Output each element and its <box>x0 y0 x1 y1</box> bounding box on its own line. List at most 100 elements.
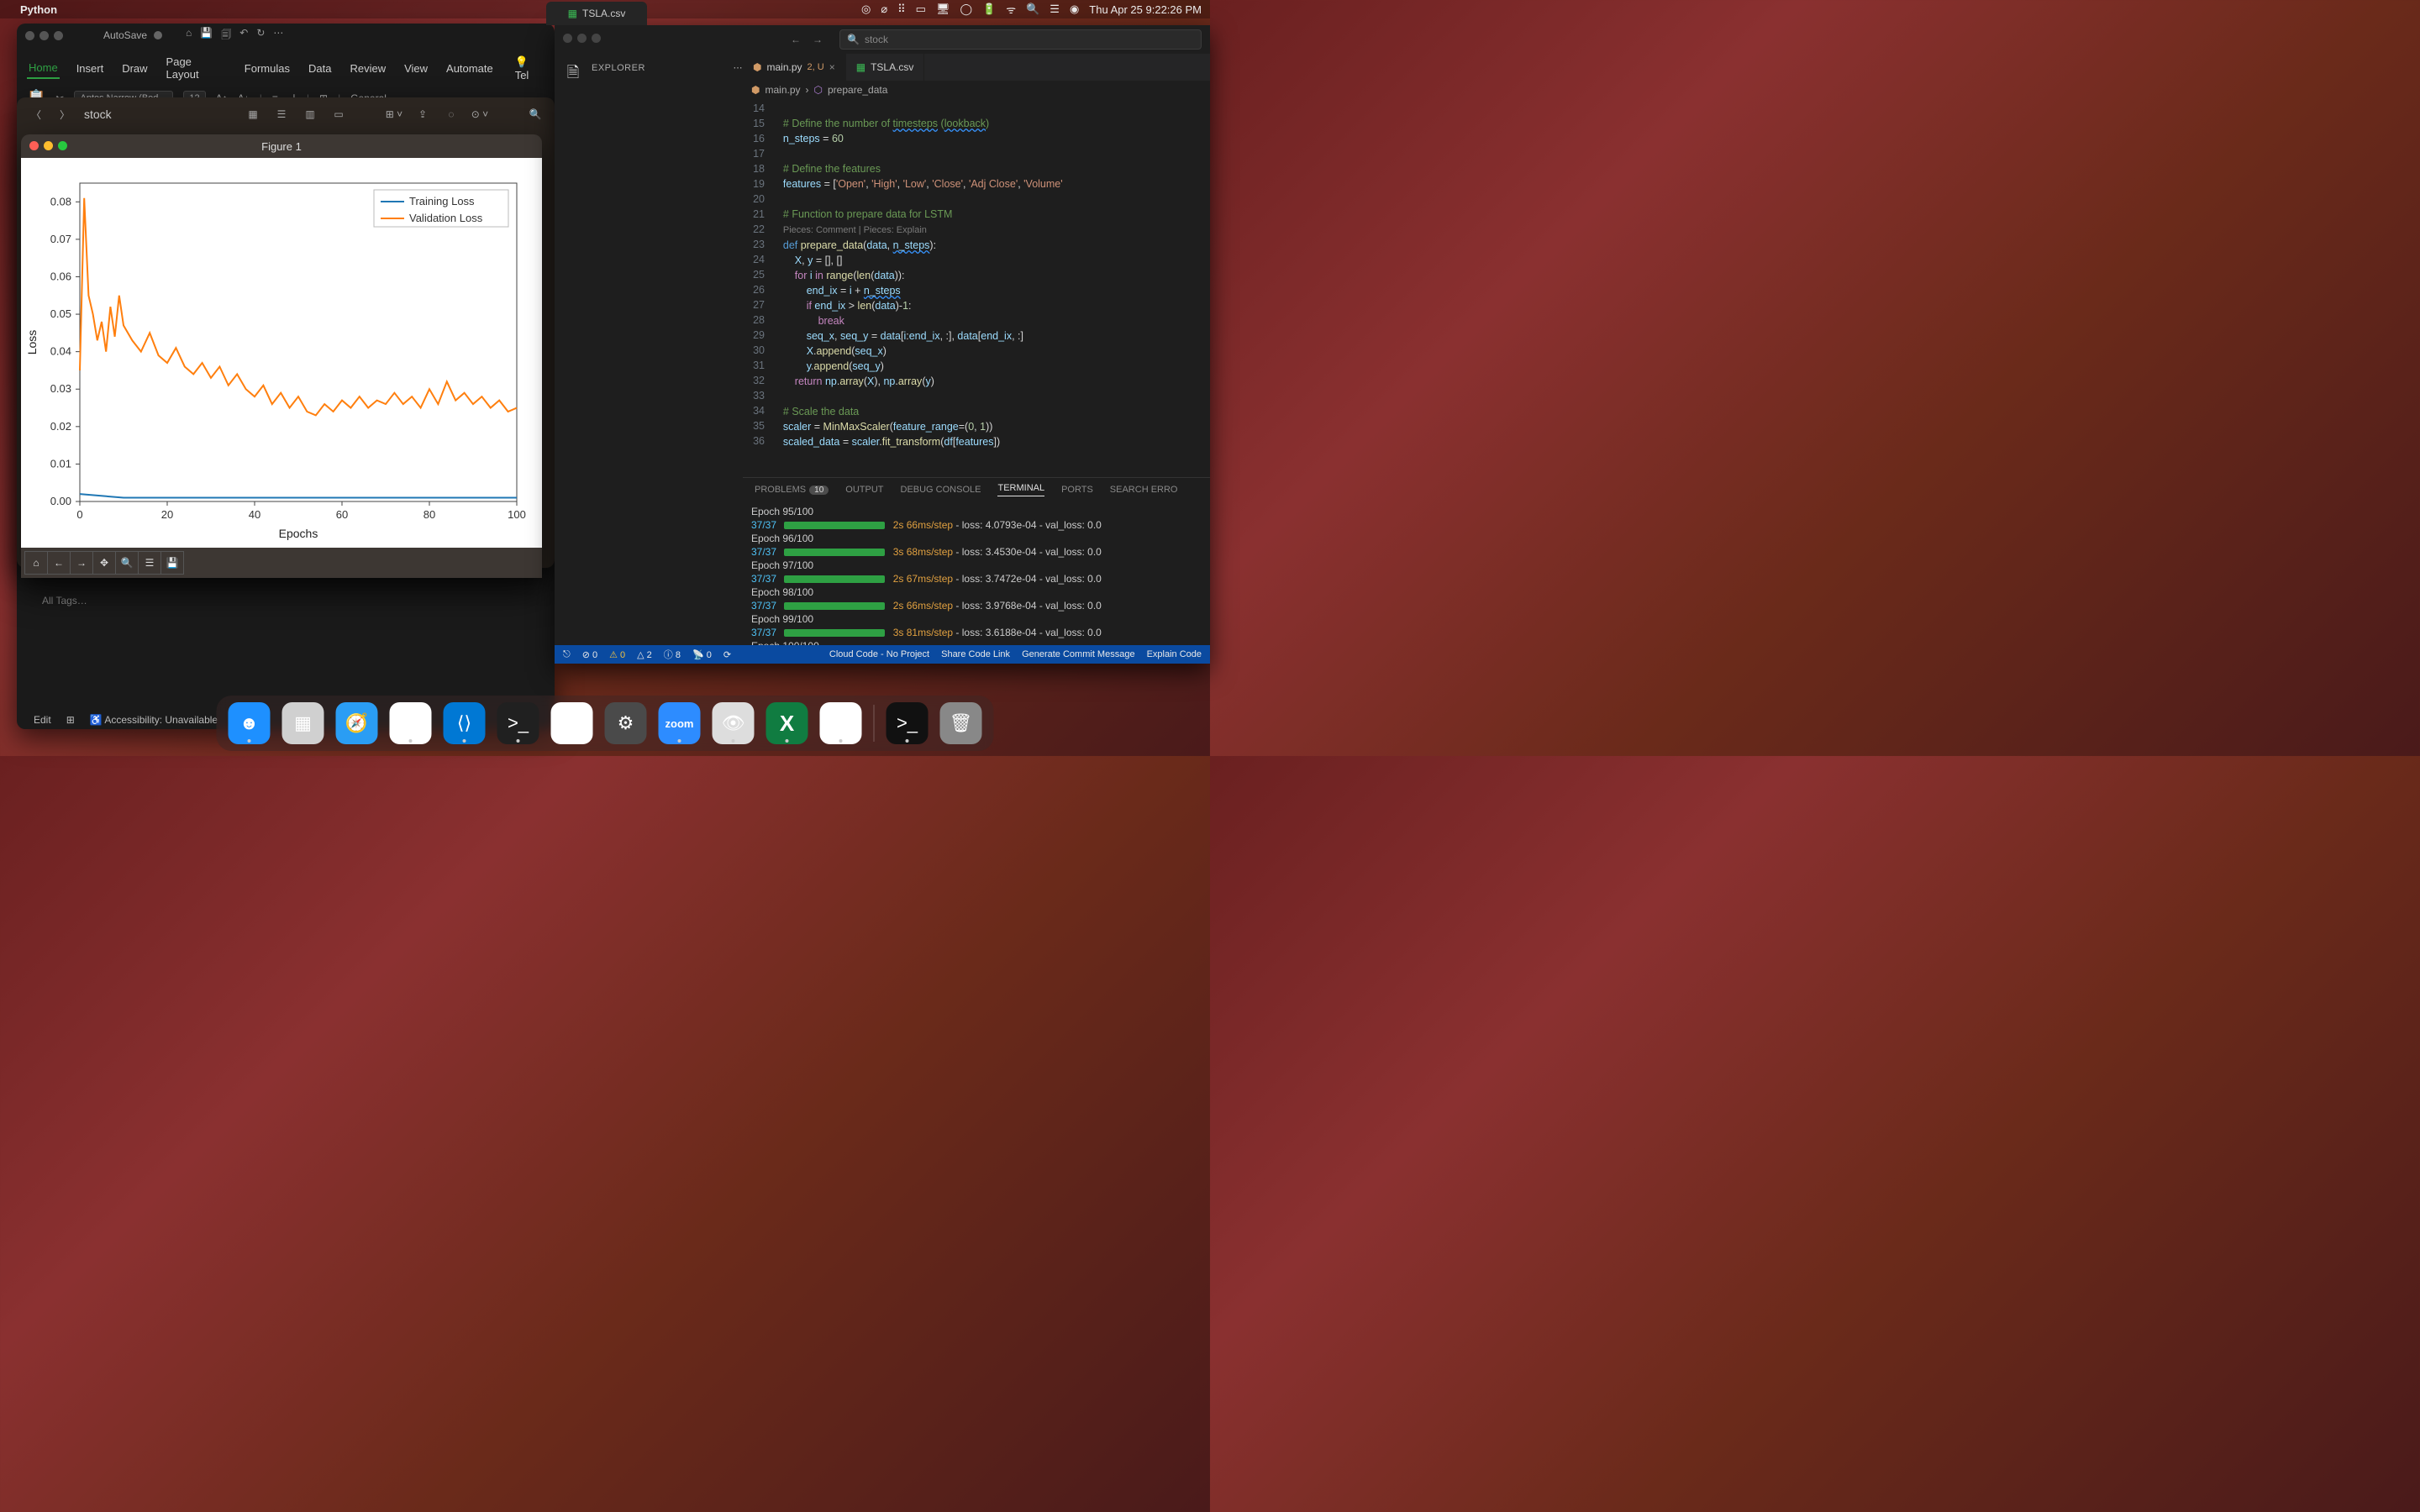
breadcrumb-symbol[interactable]: prepare_data <box>828 84 887 96</box>
dock-app-excel[interactable]: X <box>766 702 808 744</box>
dock-app-settings[interactable]: ⚙ <box>605 702 647 744</box>
editor-tab-tsla-csv[interactable]: ▦TSLA.csv <box>846 54 925 81</box>
excel-all-tags[interactable]: All Tags… <box>42 595 87 606</box>
explorer-icon[interactable]: 🗎 <box>567 62 579 87</box>
finder-view-grid-icon[interactable]: ▦ <box>244 105 262 123</box>
excel-more-icon[interactable]: ⋯ <box>273 27 283 45</box>
ribbon-tab-formulas[interactable]: Formulas <box>243 59 292 78</box>
excel-autosave-label[interactable]: AutoSave <box>103 29 147 41</box>
menubar-user-icon[interactable]: ◯ <box>960 3 972 16</box>
ribbon-tab-home[interactable]: Home <box>27 58 60 79</box>
menubar-icon-2[interactable]: ⌀ <box>881 3 887 16</box>
finder-back-icon[interactable]: 〈 <box>27 105 45 123</box>
dock-app-preview[interactable]: 👁 <box>713 702 755 744</box>
status-live-icon[interactable]: ⟳ <box>723 649 731 660</box>
menubar-display-icon[interactable]: 🖥 <box>936 3 950 16</box>
excel-redo-icon[interactable]: ↻ <box>256 27 265 45</box>
excel-footer-accessibility[interactable]: ♿ Accessibility: Unavailable <box>90 714 218 726</box>
dock-app-pieces[interactable]: ✳ <box>820 702 862 744</box>
figure-traffic-lights[interactable] <box>29 141 67 150</box>
ribbon-tab-automate[interactable]: Automate <box>445 59 495 78</box>
status-errors[interactable]: ⊘ 0 <box>582 649 597 660</box>
excel-autosave-toggle[interactable] <box>154 31 162 39</box>
breadcrumb-file[interactable]: main.py <box>765 84 800 96</box>
finder-search-icon[interactable]: 🔍 <box>526 105 544 123</box>
dock-app-zoom[interactable]: zoom <box>659 702 701 744</box>
status-explain-code[interactable]: Explain Code <box>1147 649 1202 659</box>
dock-app-vscode[interactable]: ⟨⟩ <box>444 702 486 744</box>
figure-tool-forward-icon[interactable]: → <box>70 551 93 575</box>
figure-tool-back-icon[interactable]: ← <box>47 551 71 575</box>
vscode-command-center[interactable]: 🔍 stock <box>839 29 1202 50</box>
panel-tab-debug[interactable]: DEBUG CONSOLE <box>901 485 981 495</box>
ribbon-tab-insert[interactable]: Insert <box>75 59 106 78</box>
figure-tool-home-icon[interactable]: ⌂ <box>24 551 48 575</box>
excel-traffic-lights[interactable] <box>25 31 63 40</box>
status-cloud-code[interactable]: Cloud Code - No Project <box>829 649 929 659</box>
vscode-breadcrumb[interactable]: ⬢ main.py › ⬡ prepare_data <box>743 81 1210 99</box>
dock-app-terminal[interactable]: >_ <box>497 702 539 744</box>
ribbon-tab-data[interactable]: Data <box>307 59 333 78</box>
figure-tool-save-icon[interactable]: 💾 <box>160 551 184 575</box>
menubar-clock[interactable]: Thu Apr 25 9:22:26 PM <box>1089 3 1202 16</box>
dock-app-trash[interactable]: 🗑 <box>940 702 982 744</box>
figure-tool-zoom-icon[interactable]: 🔍 <box>115 551 139 575</box>
dock-app-safari[interactable]: 🧭 <box>336 702 378 744</box>
finder-action-icon[interactable]: ⊙ ˅ <box>471 105 489 123</box>
figure-tool-configure-icon[interactable]: ☰ <box>138 551 161 575</box>
menubar-battery-icon[interactable]: 🔋 <box>982 3 996 16</box>
finder-view-column-icon[interactable]: ▥ <box>301 105 319 123</box>
status-gen-commit[interactable]: Generate Commit Message <box>1022 649 1135 659</box>
panel-tab-problems[interactable]: PROBLEMS10 <box>755 485 829 495</box>
finder-forward-icon[interactable]: 〉 <box>55 105 74 123</box>
finder-share-icon[interactable]: ⇪ <box>413 105 432 123</box>
vscode-nav-forward-icon[interactable]: → <box>813 34 823 45</box>
status-info[interactable]: ⓘ 8 <box>664 648 681 661</box>
dock-app-notes[interactable]: ▤ <box>551 702 593 744</box>
menubar-icon-3[interactable]: ⠿ <box>897 3 906 16</box>
menubar-siri-icon[interactable]: ◉ <box>1070 3 1079 16</box>
panel-tab-ports[interactable]: PORTS <box>1061 485 1093 495</box>
excel-save-icon[interactable]: 💾 <box>200 27 213 45</box>
vscode-window-tab[interactable]: ▦ TSLA.csv <box>546 2 647 25</box>
dock-app-launchpad[interactable]: ▦ <box>282 702 324 744</box>
excel-home-icon[interactable]: ⌂ <box>186 27 192 45</box>
menubar-search-icon[interactable]: 🔍 <box>1026 3 1039 16</box>
figure-tool-pan-icon[interactable]: ✥ <box>92 551 116 575</box>
excel-saveall-icon[interactable]: 🗐 <box>221 27 231 45</box>
panel-tab-output[interactable]: OUTPUT <box>845 485 883 495</box>
menubar-app-name[interactable]: Python <box>20 3 57 16</box>
menubar-icon-1[interactable]: ◎ <box>861 3 871 16</box>
dock-app-term-doc[interactable]: >_ <box>886 702 929 744</box>
status-triangle[interactable]: △ 2 <box>637 649 652 660</box>
ribbon-tab-view[interactable]: View <box>402 59 429 78</box>
excel-undo-icon[interactable]: ↶ <box>239 27 248 45</box>
menubar-wifi-icon[interactable]: ᯤ <box>1006 2 1016 17</box>
finder-tag-icon[interactable]: ◌ <box>442 105 460 123</box>
ribbon-tab-draw[interactable]: Draw <box>120 59 149 78</box>
excel-footer-sheet-icon[interactable]: ⊞ <box>66 714 75 726</box>
finder-view-gallery-icon[interactable]: ▭ <box>329 105 348 123</box>
tell-me-icon[interactable]: 💡 Tel <box>515 55 544 81</box>
close-icon[interactable]: × <box>829 61 835 73</box>
ribbon-tab-page-layout[interactable]: Page Layout <box>165 52 228 84</box>
menubar-control-center-icon[interactable]: ☰ <box>1050 3 1060 16</box>
finder-group-icon[interactable]: ⊞ ˅ <box>385 105 403 123</box>
dock-app-chrome[interactable]: ◉ <box>390 702 432 744</box>
vscode-traffic-lights[interactable] <box>563 34 606 45</box>
panel-tab-search-error[interactable]: SEARCH ERRO <box>1110 485 1178 495</box>
ribbon-tab-review[interactable]: Review <box>348 59 387 78</box>
dock-app-finder[interactable]: ☻ <box>229 702 271 744</box>
vscode-nav-back-icon[interactable]: ← <box>791 34 801 45</box>
menubar-rect-icon[interactable]: ▭ <box>916 3 926 16</box>
status-warnings[interactable]: ⚠ 0 <box>609 649 625 660</box>
editor-tab-main-py[interactable]: ⬢main.py2, U× <box>743 54 846 81</box>
status-share-link[interactable]: Share Code Link <box>941 649 1010 659</box>
excel-footer-edit[interactable]: Edit <box>34 714 51 726</box>
panel-tab-terminal[interactable]: TERMINAL <box>997 483 1044 496</box>
vscode-code-editor[interactable]: 1415161718192021222324252627282930313233… <box>743 99 1210 477</box>
finder-view-list-icon[interactable]: ☰ <box>272 105 291 123</box>
vscode-terminal[interactable]: Epoch 95/10037/37 2s 66ms/step - loss: 4… <box>743 501 1210 645</box>
status-radio[interactable]: 📡 0 <box>692 649 712 660</box>
explorer-more-icon[interactable]: ⋯ <box>734 62 744 73</box>
